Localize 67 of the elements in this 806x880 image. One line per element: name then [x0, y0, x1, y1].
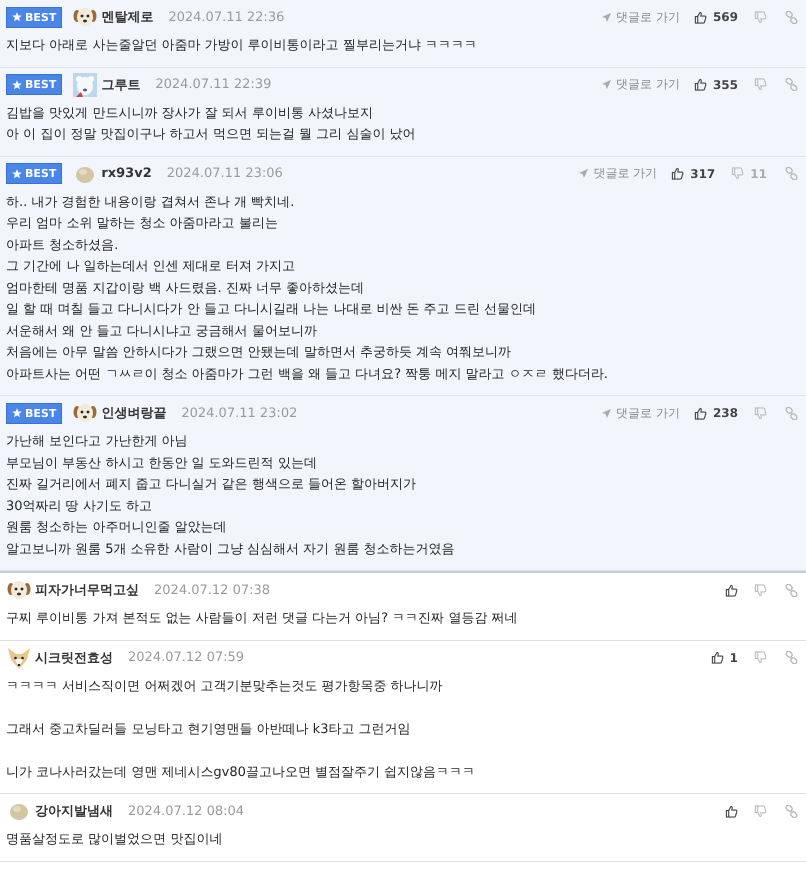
- thumbs-down-icon[interactable]: [754, 804, 767, 818]
- puppy-avatar-icon: [73, 401, 98, 425]
- thumbs-down-icon[interactable]: [754, 651, 767, 664]
- send-icon: [601, 12, 612, 22]
- badge-label: BEST: [25, 10, 56, 24]
- badge-label: BEST: [25, 78, 56, 91]
- link-icon[interactable]: [785, 584, 798, 596]
- badge-label: BEST: [25, 167, 56, 180]
- thumbs-up-icon[interactable]: [694, 78, 707, 91]
- fox-avatar-icon: [7, 646, 31, 670]
- link-icon[interactable]: [785, 406, 798, 420]
- comment-text: 명품살정도로 많이벌었으면 맛집이네: [6, 831, 224, 849]
- star-icon: [12, 80, 22, 90]
- thumbs-up-icon[interactable]: [725, 584, 738, 596]
- puppy-avatar-icon: [73, 5, 98, 29]
- comment-text: 김밥을 맛있게 만드시니까 장사가 잘 되서 루이비통 사셨나보지 아 이 집이 정말 맛집이구나 하고서 먹으면 되는걸 뭘 그리 심술이 났어: [6, 104, 416, 144]
- nickname[interactable]: 강아지발냄새: [35, 802, 113, 820]
- thumbs-down-icon[interactable]: [731, 167, 744, 180]
- comment-text: 가난해 보인다고 가난한게 아님 부모님이 부동산 하시고 한동안 일 도와드린적 있는데 진짜 길거리에서 폐지 줍고 다니실거 같은 행색으로 들어온 할아버지가 30억짜리 땅 사기도 하고 원룸 청소하는 아주머니인줄 알았는데 알고보니까 원룸 5개 소유한 사람이 그냥 심심해서 자기 원룸 청소하는거였음: [6, 433, 456, 558]
- thumbs-up-icon[interactable]: [694, 10, 707, 24]
- nickname[interactable]: 피자가너무먹고싶: [35, 581, 139, 599]
- star-icon: [12, 12, 22, 22]
- bear-avatar-icon: [73, 72, 98, 96]
- comment-date: 2024.07.11 23:06: [166, 166, 283, 181]
- comment-text: 니가 코나사러갔는데 영맨 제네시스gv80끌고나오면 별점잘주기 쉽지않음ㅋㅋㅋ: [6, 764, 476, 782]
- comment-text: ㅋㅋㅋㅋ 서비스직이면 어쩌겠어 고객기분맞추는것도 평가항목중 하나니까: [6, 678, 444, 696]
- comment-text: 지보다 아래로 사는줄알던 아줌마 가방이 루이비통이라고 찔부리는거냐 ㅋㅋㅋㅋ: [6, 37, 478, 55]
- nickname[interactable]: 시크릿전효성: [35, 648, 113, 666]
- link-icon[interactable]: [785, 10, 798, 24]
- thumbs-down-icon[interactable]: [754, 584, 767, 596]
- like-count: 355: [712, 78, 738, 92]
- link-icon[interactable]: [785, 651, 798, 664]
- comment-date: 2024.07.12 08:04: [128, 804, 244, 818]
- link-icon[interactable]: [785, 167, 798, 180]
- badge-label: BEST: [25, 406, 56, 420]
- dislike-count: 11: [750, 166, 767, 180]
- star-icon: [12, 168, 22, 178]
- send-icon: [601, 408, 612, 418]
- thumbs-down-icon[interactable]: [754, 78, 767, 91]
- nickname[interactable]: 인생벼랑끝: [101, 404, 166, 422]
- like-count: 569: [712, 10, 738, 24]
- thumbs-down-icon[interactable]: [754, 10, 767, 24]
- thumbs-up-icon[interactable]: [725, 804, 738, 818]
- thumbs-up-icon[interactable]: [694, 406, 707, 420]
- comment-date: 2024.07.11 22:36: [168, 10, 284, 24]
- comment-text: 하.. 내가 경험한 내용이랑 겹쳐서 존나 개 빡치네. 우리 엄마 소위 말하는 청소 아줌마라고 불리는 아파트 청소하셨음. 그 기간에 나 일하는데서 인센 제대로 터져 가지고 엄마한테 명품 지갑이랑 백 사드렸음. 진짜 너무 좋아하셨는데 일 할 때 며칠 들고 다니시다가 안 들고 다니시길래 나는 나대로 비싼 돈 주고 드린 선물인데 서운해서 왜 안 들고 다니시냐고 궁금해서 물어보니까 처음에는 아무 말씀 안하시다가 그랬으면 안됐는데 말하면서 추궁하듯 계속 여쭤보니까 아파트사는 어떤 ㄱㅆㄹ이 청소 아줌마가 그런 백을 왜 들고 다녀요? 짝퉁 메지 말라고 ㅇㅈㄹ 했다더라.: [6, 194, 609, 384]
- link-icon[interactable]: [785, 78, 798, 91]
- thumbs-up-icon[interactable]: [710, 651, 724, 664]
- comment-date: 2024.07.11 22:39: [155, 77, 272, 92]
- comment-date: 2024.07.11 23:02: [181, 406, 298, 420]
- thumbs-down-icon[interactable]: [754, 406, 767, 420]
- star-icon: [12, 408, 22, 418]
- send-icon: [578, 168, 590, 179]
- like-count: 1: [730, 650, 738, 664]
- nickname[interactable]: rx93v2: [101, 166, 152, 181]
- comment-text: 그래서 중고차딜러들 모닝타고 현기영맨들 아반떼나 k3타고 그런거임: [6, 720, 412, 738]
- like-count: 238: [712, 406, 738, 420]
- puppy-avatar-icon: [7, 578, 31, 602]
- comment-text: 구찌 루이비통 가져 본적도 없는 사람들이 저런 댓글 다는거 아님? ㅋㅋ진짜 열등감 쩌네: [6, 610, 518, 628]
- link-icon[interactable]: [785, 804, 798, 818]
- like-count: 317: [690, 166, 716, 180]
- thumbs-up-icon[interactable]: [671, 167, 684, 180]
- nickname[interactable]: 멘탈제로: [101, 8, 154, 26]
- nickname[interactable]: 그루트: [101, 76, 140, 94]
- comment-date: 2024.07.12 07:38: [154, 582, 270, 598]
- send-icon: [601, 79, 612, 90]
- comment-date: 2024.07.12 07:59: [128, 650, 244, 665]
